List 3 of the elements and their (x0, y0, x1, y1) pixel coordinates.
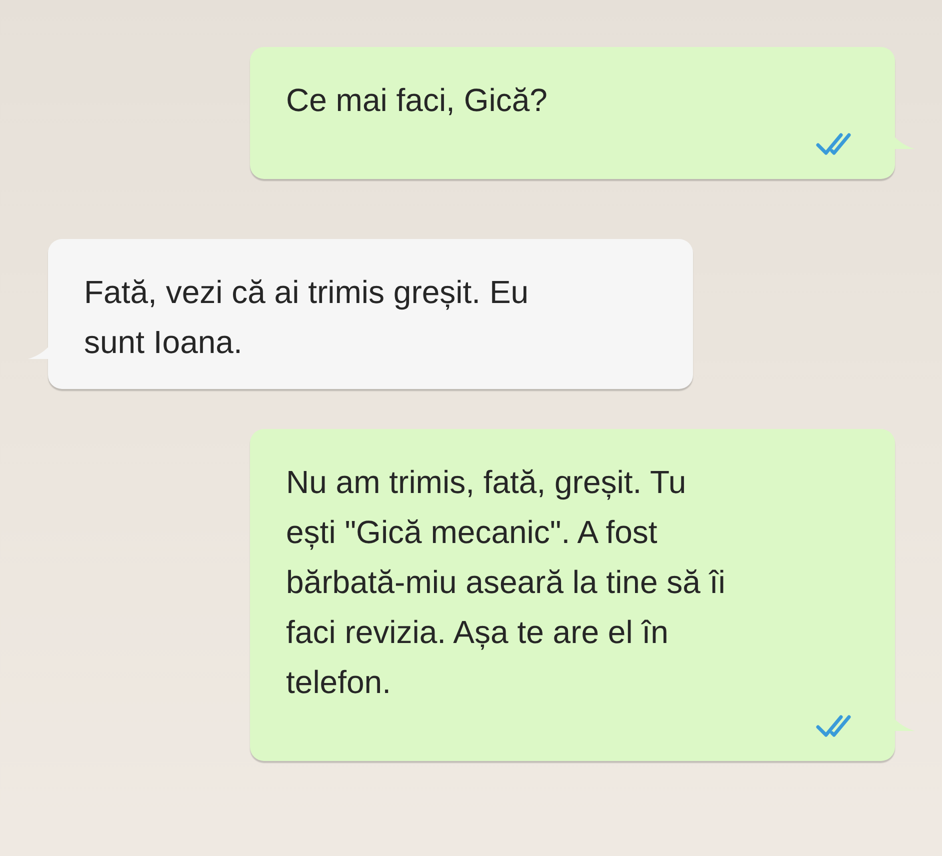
message-text: Ce mai faci, Gică? (286, 81, 548, 120)
message-text: Fată, vezi că ai trimis greșit. Eu sunt Ioana. (84, 273, 530, 362)
message-text: Nu am trimis, fată, greșit. Tu ești "Gică mecanic". A fost bărbată-miu aseară la tine să îi faci revizia. Așa te are el în telefon. (286, 463, 726, 702)
